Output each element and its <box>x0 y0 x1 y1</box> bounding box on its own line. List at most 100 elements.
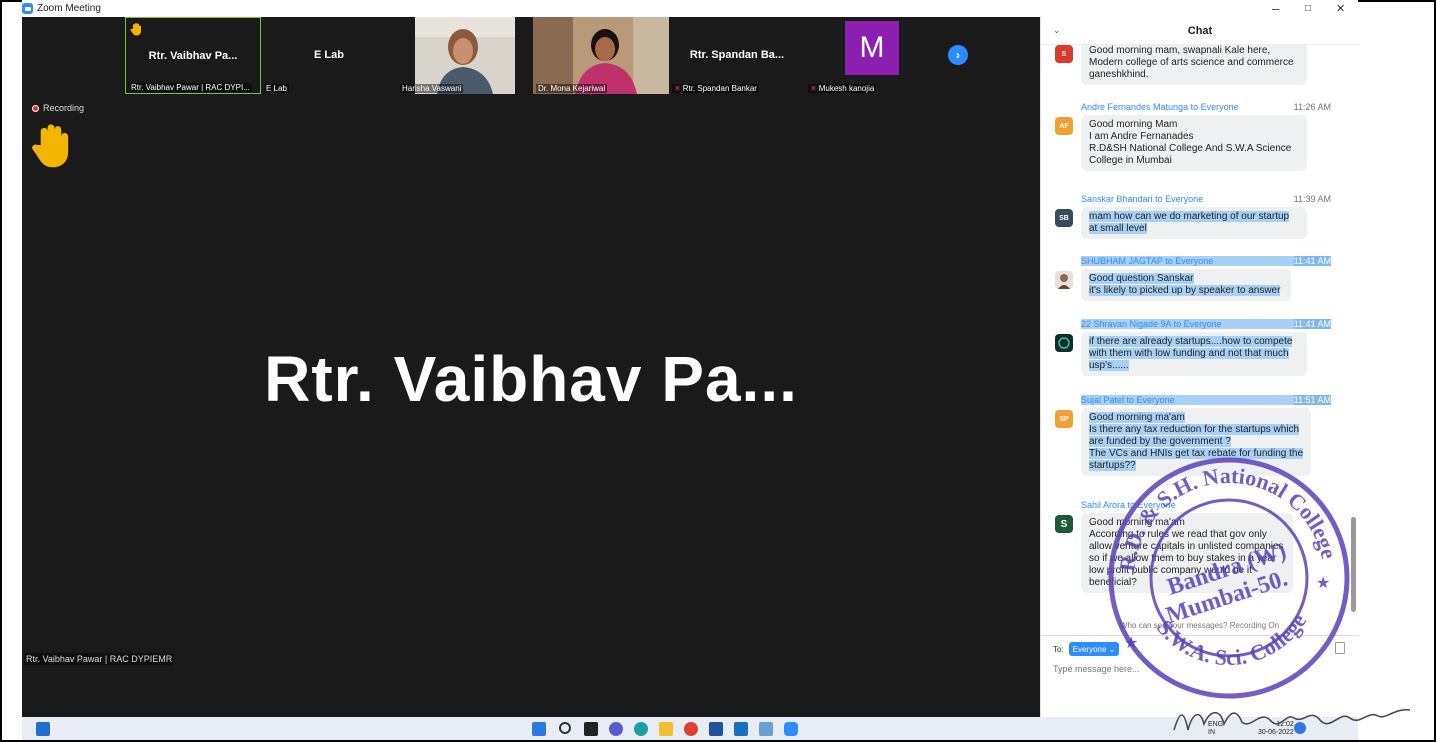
clock[interactable]: 12:02 30-06-2022 <box>1258 721 1294 737</box>
language-code: ENG <box>1208 721 1224 728</box>
participant-tile[interactable]: Harisha Vaswani <box>397 17 533 94</box>
chat-title: Chat <box>1187 25 1213 37</box>
message-meta: Sanskar Bhandari to Everyone 11:39 AM <box>1081 194 1331 204</box>
chrome-browser-icon[interactable] <box>684 722 698 736</box>
recipient: to Everyone <box>1126 395 1175 405</box>
clock-date: 30-06-2022 <box>1258 729 1294 736</box>
participant-caption: Rtr. Vaibhav Pawar | RAC DYPI... <box>129 83 252 92</box>
file-icon[interactable] <box>1335 642 1345 654</box>
sender-name[interactable]: Sahil Arora <box>1081 500 1125 510</box>
timestamp: 11:41 AM <box>1293 319 1331 329</box>
message-bubble: Good morning ma'am Is there any tax redu… <box>1081 408 1311 476</box>
sender-name[interactable]: SHUBHAM JAGTAP <box>1081 256 1163 266</box>
message-bubble: Good question Sanskar it's likely to pic… <box>1081 269 1291 301</box>
recipient-dropdown[interactable]: Everyone ⌄ <box>1069 642 1119 656</box>
chevron-right-icon[interactable]: › <box>948 45 968 65</box>
store-icon[interactable] <box>709 722 723 736</box>
search-icon[interactable] <box>559 722 571 734</box>
participant-tile[interactable]: Rtr. Vaibhav Pa... Rtr. Vaibhav Pawar | … <box>125 17 261 94</box>
chat-panel: ⌄ Chat S Good morning mam, swapnali Kale… <box>1040 17 1359 717</box>
notification-icon[interactable] <box>1294 722 1306 734</box>
participant-caption-text: Rtr. Spandan Bankar <box>682 84 757 93</box>
maximize-button[interactable]: □ <box>1305 0 1311 17</box>
avatar: AF <box>1055 117 1073 135</box>
widgets-icon[interactable] <box>36 722 50 736</box>
record-icon <box>32 104 39 112</box>
mic-muted-icon: ✕ <box>810 84 817 93</box>
who-can-see-notice[interactable]: Who can see your messages? Recording On <box>1041 621 1358 630</box>
timestamp: 11:41 AM <box>1293 256 1331 266</box>
recipient: to Everyone <box>1165 256 1214 266</box>
message-text: Good morning ma'am Is there any tax redu… <box>1089 412 1304 471</box>
participant-name: E Lab <box>314 49 344 61</box>
sender-name[interactable]: 22 Shravan Nigade 9A <box>1081 319 1171 329</box>
participant-name: Rtr. Vaibhav Pa... <box>148 50 238 62</box>
message-bubble: if there are already startups....how to … <box>1081 332 1307 376</box>
participant-caption: Dr. Mona Kejariwal <box>536 84 608 93</box>
message-meta: Andre Fernandes Matunga to Everyone 11:2… <box>1081 102 1331 112</box>
participant-tile[interactable]: E Lab E Lab <box>261 17 397 94</box>
participant-caption: ✕ Rtr. Spandan Bankar <box>672 84 759 93</box>
active-speaker-name: Rtr. Vaibhav Pa... <box>264 343 798 415</box>
timestamp: 11:51 AM <box>1293 395 1331 405</box>
participant-caption: ✕ Mukesh kanojia <box>808 84 877 93</box>
avatar <box>1055 334 1073 352</box>
participant-tile[interactable]: M ✕ Mukesh kanojia <box>805 17 941 94</box>
participant-name: Rtr. Spandan Ba... <box>689 49 785 61</box>
active-speaker-label: Rtr. Vaibhav Pawar | RAC DYPIEMR <box>24 653 175 665</box>
camera-feed <box>533 17 669 94</box>
file-explorer-icon[interactable] <box>659 722 673 736</box>
close-button[interactable]: ✕ <box>1336 0 1345 17</box>
chat-messages[interactable]: S Good morning mam, swapnali Kale here, … <box>1041 45 1347 635</box>
avatar: M <box>845 21 899 75</box>
zoom-logo-icon <box>22 3 33 14</box>
region-code: IN <box>1208 729 1215 736</box>
participant-caption: Harisha Vaswani <box>400 84 464 93</box>
message-meta: Sujal Patel to Everyone 11:51 AM <box>1081 395 1331 405</box>
chat-header: ⌄ Chat <box>1041 17 1359 45</box>
recipient: to Everyone <box>1127 500 1176 510</box>
message-meta: 22 Shravan Nigade 9A to Everyone 11:41 A… <box>1081 319 1331 329</box>
clock-time: 12:02 <box>1276 721 1294 728</box>
message-text: if there are already startups....how to … <box>1089 336 1293 371</box>
timestamp: 11:39 AM <box>1293 194 1331 204</box>
edge-browser-icon[interactable] <box>634 722 648 736</box>
sender-name[interactable]: Sujal Patel <box>1081 395 1124 405</box>
sender-name[interactable]: Sanskar Bhandari <box>1081 194 1153 204</box>
chat-message-input[interactable] <box>1053 664 1343 674</box>
chat-scrollbar[interactable] <box>1351 517 1356 612</box>
avatar: SP <box>1055 410 1073 428</box>
recipient: to Everyone <box>1155 194 1204 204</box>
zoom-app-icon[interactable] <box>784 722 798 736</box>
raised-hand-icon <box>32 124 69 168</box>
sender-name[interactable]: Andre Fernandes Matunga <box>1081 102 1188 112</box>
chat-composer: To: Everyone ⌄ <box>1041 635 1359 717</box>
participant-tile[interactable]: Dr. Mona Kejariwal <box>533 17 669 94</box>
linkedin-icon[interactable] <box>734 722 748 736</box>
avatar: S <box>1055 45 1073 63</box>
recording-indicator[interactable]: Recording <box>32 103 84 113</box>
minimize-button[interactable]: – <box>1272 0 1279 17</box>
participant-caption-text: Mukesh kanojia <box>818 84 875 93</box>
recording-label: Recording <box>43 103 85 113</box>
camera-feed <box>415 17 515 94</box>
video-area: Rtr. Vaibhav Pa... Rtr. Vaibhav Pawar | … <box>22 17 1040 717</box>
task-view-icon[interactable] <box>584 722 598 736</box>
message-text: Good morning ma'am According to rules we… <box>1081 513 1293 593</box>
language-indicator[interactable]: ENG IN <box>1208 721 1223 737</box>
photos-icon[interactable] <box>759 722 773 736</box>
message-text: Good morning mam, swapnali Kale here, Mo… <box>1081 45 1307 85</box>
mic-muted-icon: ✕ <box>674 84 681 93</box>
message-meta: Sahil Arora to Everyone <box>1081 500 1331 510</box>
title-bar: Zoom Meeting <box>22 0 1358 17</box>
chat-app-icon[interactable] <box>609 722 623 736</box>
message-text: Good morning Mam I am Andre Fernanades R… <box>1081 115 1307 171</box>
recipient: to Everyone <box>1173 319 1222 329</box>
avatar: S <box>1055 515 1073 533</box>
message-meta: SHUBHAM JAGTAP to Everyone 11:41 AM <box>1081 256 1331 266</box>
windows-start-icon[interactable] <box>532 722 546 736</box>
participant-tile[interactable]: Rtr. Spandan Ba... ✕ Rtr. Spandan Bankar <box>669 17 805 94</box>
raised-hand-icon <box>130 23 141 36</box>
message-bubble: mam how can we do marketing of our start… <box>1081 207 1307 239</box>
message-text: Good question Sanskar it's likely to pic… <box>1089 273 1281 296</box>
